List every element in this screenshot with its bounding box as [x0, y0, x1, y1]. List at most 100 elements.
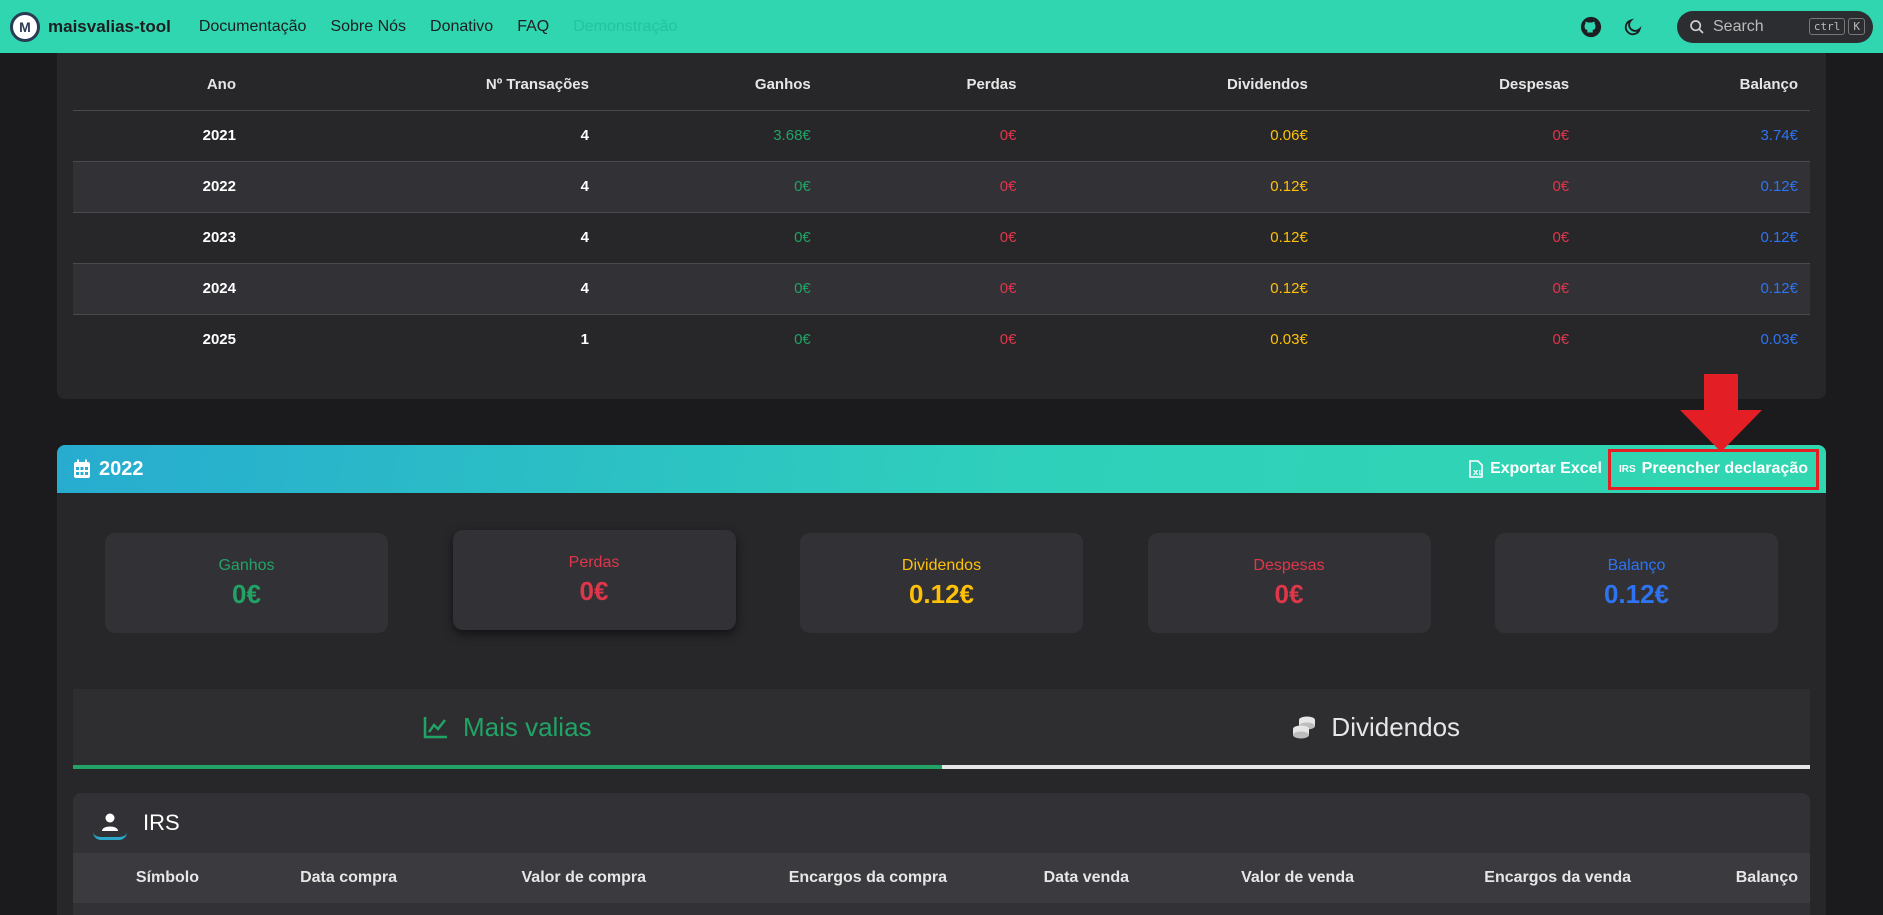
- stat-value: 0.12€: [908, 578, 975, 609]
- github-icon[interactable]: [1577, 13, 1605, 41]
- stat-label: Ganhos: [218, 556, 275, 574]
- nav-link-donativo[interactable]: Donativo: [430, 18, 493, 36]
- irs-table: Símbolo Data compra Valor de compra Enca…: [73, 853, 1810, 903]
- kbd-k: K: [1848, 18, 1865, 35]
- cell-losses: 0€: [999, 331, 1017, 349]
- cell-transactions: 4: [248, 110, 601, 162]
- export-excel-button[interactable]: XL Exportar Excel: [1462, 449, 1608, 489]
- col-balanco: Balanço: [1581, 60, 1810, 111]
- moon-icon[interactable]: [1619, 13, 1647, 41]
- excel-file-icon: XL: [1469, 460, 1483, 478]
- arrow-down-icon: [1680, 374, 1762, 452]
- navbar: M maisvalias-tool Documentação Sobre Nós…: [0, 0, 1883, 53]
- tab-label: Mais valias: [462, 711, 592, 742]
- col-balanco: Balanço: [1643, 853, 1810, 903]
- cell-dividends: 0.12€: [1028, 161, 1320, 213]
- cell-expenses: 0€: [1319, 110, 1582, 162]
- col-ano: Ano: [73, 60, 248, 111]
- irs-header-row: Símbolo Data compra Valor de compra Enca…: [73, 853, 1810, 903]
- cell-year: 2025: [202, 331, 236, 349]
- chart-line-icon: [423, 717, 447, 739]
- year-title: 2022: [73, 458, 144, 481]
- kbd-ctrl: ctrl: [1808, 18, 1846, 35]
- stat-value: 0€: [579, 575, 609, 606]
- stat-label: Dividendos: [901, 556, 982, 574]
- stat-label: Despesas: [1253, 556, 1325, 574]
- search-placeholder: Search: [1713, 17, 1764, 35]
- cell-balance: 3.74€: [1581, 110, 1810, 162]
- irs-title-text: IRS: [143, 810, 180, 835]
- col-valor-compra: Valor de compra: [409, 853, 658, 903]
- col-transacoes: Nº Transações: [248, 60, 601, 111]
- col-data-compra: Data compra: [211, 853, 409, 903]
- cell-expenses: 0€: [1552, 331, 1570, 349]
- table-row: 2022 4 0€ 0€ 0.12€ 0€ 0.12€: [73, 161, 1810, 213]
- table-row: 2025 1 0€ 0€ 0.03€ 0€ 0.03€: [73, 314, 1810, 365]
- stat-value: 0€: [232, 578, 261, 609]
- stat-value: 0.12€: [1603, 578, 1670, 609]
- year-card: 2022 XL Exportar Excel IRS Preencher dec…: [57, 445, 1826, 915]
- nav-link-faq[interactable]: FAQ: [517, 18, 549, 36]
- logo-icon: M: [10, 11, 40, 42]
- table-row: 2024 4 0€ 0€ 0.12€ 0€ 0.12€: [73, 263, 1810, 315]
- summary-header-row: Ano Nº Transações Ganhos Perdas Dividend…: [73, 60, 1810, 111]
- cell-gains: 3.68€: [600, 110, 823, 162]
- stat-label: Perdas: [568, 553, 620, 571]
- irs-section-title: IRS: [73, 793, 1810, 853]
- cell-dividends: 0.03€: [1270, 331, 1308, 349]
- col-ganhos: Ganhos: [600, 60, 823, 111]
- stat-value: 0€: [1274, 578, 1304, 609]
- col-perdas: Perdas: [822, 60, 1029, 111]
- col-data-venda: Data venda: [959, 853, 1141, 903]
- cell-transactions: 4: [248, 212, 601, 264]
- brand-title: maisvalias-tool: [48, 16, 171, 36]
- table-row: 2021 4 3.68€ 0€ 0.06€ 0€ 3.74€: [73, 110, 1810, 162]
- cell-losses: 0€: [822, 161, 1029, 213]
- cell-balance: 0.12€: [1581, 263, 1810, 315]
- coins-icon: [1293, 716, 1316, 739]
- cell-balance: 0.12€: [1581, 161, 1810, 213]
- stat-balanco: Balanço 0.12€: [1495, 533, 1778, 633]
- cell-year: 2024: [73, 263, 248, 315]
- col-dividendos: Dividendos: [1028, 60, 1320, 111]
- year-title-text: 2022: [99, 457, 144, 480]
- fill-declaration-button[interactable]: IRS Preencher declaração: [1608, 448, 1819, 490]
- nav-link-demonstracao[interactable]: Demonstração: [573, 18, 677, 36]
- cell-year: 2023: [73, 212, 248, 264]
- user-icon: [93, 806, 127, 840]
- col-valor-venda: Valor de venda: [1141, 853, 1366, 903]
- cell-gains: 0€: [600, 161, 823, 213]
- stat-ganhos: Ganhos 0€: [105, 533, 388, 633]
- cell-year: 2021: [73, 110, 248, 162]
- cell-losses: 0€: [822, 263, 1029, 315]
- col-despesas: Despesas: [1319, 60, 1582, 111]
- stats-row: Ganhos 0€ Perdas 0€ Dividendos 0.12€ Des…: [57, 530, 1826, 633]
- calendar-icon: [74, 459, 90, 478]
- year-header: 2022 XL Exportar Excel IRS Preencher dec…: [57, 445, 1826, 493]
- nav-link-documentacao[interactable]: Documentação: [199, 18, 307, 36]
- svg-text:XL: XL: [1473, 469, 1483, 477]
- stat-perdas: Perdas 0€: [452, 530, 736, 630]
- cell-gains: 0€: [600, 212, 823, 264]
- irs-panel: IRS Símbolo Data compra Valor de compra …: [73, 793, 1810, 915]
- irs-icon: IRS: [1619, 463, 1636, 475]
- cell-transactions: 1: [580, 331, 589, 349]
- cell-dividends: 0.12€: [1028, 212, 1320, 264]
- tabs: Mais valias Dividendos: [73, 689, 1810, 769]
- col-encargos-compra: Encargos da compra: [658, 853, 959, 903]
- col-encargos-venda: Encargos da venda: [1366, 853, 1643, 903]
- brand-link[interactable]: M maisvalias-tool: [10, 11, 171, 42]
- tab-mais-valias[interactable]: Mais valias: [73, 689, 942, 769]
- tab-dividendos[interactable]: Dividendos: [941, 689, 1810, 769]
- search-button[interactable]: Search ctrl K: [1677, 10, 1873, 43]
- cell-balance: 0.12€: [1581, 212, 1810, 264]
- fill-declaration-label: Preencher declaração: [1641, 460, 1808, 477]
- cell-expenses: 0€: [1319, 212, 1582, 264]
- nav-link-sobre-nos[interactable]: Sobre Nós: [330, 18, 406, 36]
- cell-dividends: 0.06€: [1028, 110, 1320, 162]
- cell-gains: 0€: [794, 331, 811, 349]
- search-icon: [1690, 19, 1704, 34]
- stat-despesas: Despesas 0€: [1147, 533, 1431, 633]
- cell-expenses: 0€: [1319, 161, 1582, 213]
- table-row: 2023 4 0€ 0€ 0.12€ 0€ 0.12€: [73, 212, 1810, 264]
